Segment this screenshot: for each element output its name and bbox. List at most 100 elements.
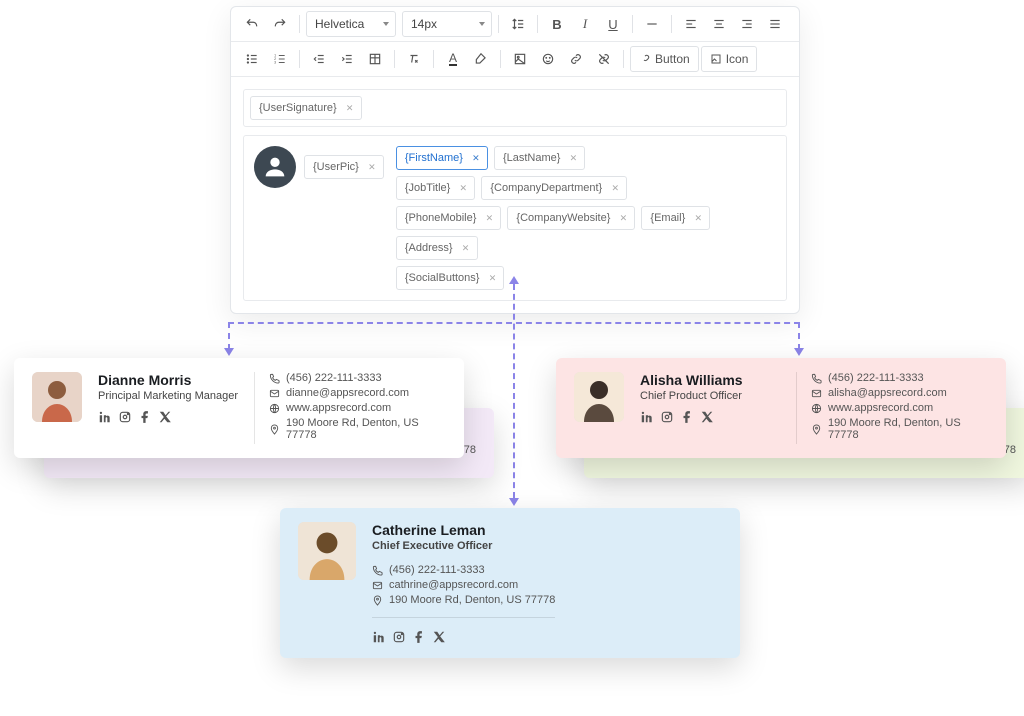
connector-horizontal: [228, 322, 800, 324]
email-icon: [811, 388, 822, 399]
signature-card-catherine: Catherine Leman Chief Executive Officer …: [280, 508, 740, 658]
insert-button-element[interactable]: Button: [630, 46, 699, 72]
remove-tag-icon[interactable]: [691, 211, 705, 225]
align-center-button[interactable]: [706, 11, 732, 37]
connector-left-down: [228, 322, 230, 350]
linkedin-icon: [98, 410, 112, 424]
unordered-list-button[interactable]: [239, 46, 265, 72]
phone-value: (456) 222-111-3333: [828, 372, 924, 384]
remove-tag-icon[interactable]: [616, 211, 630, 225]
italic-button[interactable]: I: [572, 11, 598, 37]
unlink-button[interactable]: [591, 46, 617, 72]
signature-editor: Helvetica 14px B I U 123 A Button: [230, 6, 800, 314]
instagram-icon: [118, 410, 132, 424]
line-height-button[interactable]: [505, 11, 531, 37]
highlight-button[interactable]: [468, 46, 494, 72]
tag-email[interactable]: {Email}: [641, 206, 710, 230]
user-photo: [32, 372, 82, 422]
x-icon: [700, 410, 714, 424]
undo-button[interactable]: [239, 11, 265, 37]
email-icon: [372, 580, 383, 591]
signature-card-alisha: Alisha Williams Chief Product Officer (4…: [556, 358, 1006, 458]
tag-company-website[interactable]: {CompanyWebsite}: [507, 206, 635, 230]
social-icons: [372, 630, 555, 644]
facebook-icon: [680, 410, 694, 424]
location-icon: [811, 424, 822, 435]
social-icons: [98, 410, 238, 424]
align-left-button[interactable]: [678, 11, 704, 37]
instagram-icon: [392, 630, 406, 644]
tag-user-signature[interactable]: {UserSignature}: [250, 96, 362, 120]
font-size-select[interactable]: 14px: [402, 11, 492, 37]
phone-icon: [811, 373, 822, 384]
remove-tag-icon[interactable]: [485, 271, 499, 285]
user-name: Dianne Morris: [98, 372, 238, 388]
bold-button[interactable]: B: [544, 11, 570, 37]
connector-vertical: [513, 284, 515, 498]
remove-tag-icon[interactable]: [566, 151, 580, 165]
signature-card-dianne: Dianne Morris Principal Marketing Manage…: [14, 358, 464, 458]
web-icon: [811, 403, 822, 414]
ordered-list-button[interactable]: 123: [267, 46, 293, 72]
tag-address[interactable]: {Address}: [396, 236, 478, 260]
svg-text:3: 3: [274, 61, 276, 65]
text-color-button[interactable]: A: [440, 46, 466, 72]
address-value: 190 Moore Rd, Denton, US 77778: [389, 594, 555, 606]
phone-icon: [269, 373, 280, 384]
address-value: 190 Moore Rd, Denton, US 77778: [286, 417, 446, 441]
user-name: Catherine Leman: [372, 522, 555, 538]
user-pic-placeholder: [254, 146, 296, 188]
tag-job-title[interactable]: {JobTitle}: [396, 176, 475, 200]
arrow-up-icon: [509, 276, 519, 284]
user-title: Chief Product Officer: [640, 390, 780, 402]
tag-social-buttons[interactable]: {SocialButtons}: [396, 266, 505, 290]
user-name: Alisha Williams: [640, 372, 780, 388]
email-value: dianne@appsrecord.com: [286, 387, 409, 399]
user-title: Chief Executive Officer: [372, 540, 555, 552]
remove-tag-icon[interactable]: [456, 181, 470, 195]
tag-user-pic[interactable]: {UserPic}: [304, 155, 384, 179]
email-value: cathrine@appsrecord.com: [389, 579, 518, 591]
indent-button[interactable]: [334, 46, 360, 72]
tag-phone-mobile[interactable]: {PhoneMobile}: [396, 206, 502, 230]
image-button[interactable]: [507, 46, 533, 72]
x-icon: [158, 410, 172, 424]
address-value: 190 Moore Rd, Denton, US 77778: [828, 417, 988, 441]
phone-value: (456) 222-111-3333: [286, 372, 382, 384]
arrow-left-down-icon: [224, 348, 234, 356]
align-justify-button[interactable]: [762, 11, 788, 37]
remove-tag-icon[interactable]: [608, 181, 622, 195]
arrow-down-icon: [509, 498, 519, 506]
arrow-right-down-icon: [794, 348, 804, 356]
web-value: www.appsrecord.com: [286, 402, 391, 414]
link-button[interactable]: [563, 46, 589, 72]
linkedin-icon: [372, 630, 386, 644]
email-value: alisha@appsrecord.com: [828, 387, 947, 399]
user-photo: [298, 522, 356, 580]
emoji-button[interactable]: [535, 46, 561, 72]
tag-last-name[interactable]: {LastName}: [494, 146, 585, 170]
toolbar-row-1: Helvetica 14px B I U: [231, 7, 799, 42]
insert-icon-element[interactable]: Icon: [701, 46, 758, 72]
remove-tag-icon[interactable]: [469, 151, 483, 165]
email-icon: [269, 388, 280, 399]
hr-button[interactable]: [639, 11, 665, 37]
align-right-button[interactable]: [734, 11, 760, 37]
user-title: Principal Marketing Manager: [98, 390, 238, 402]
redo-button[interactable]: [267, 11, 293, 37]
outdent-button[interactable]: [306, 46, 332, 72]
remove-tag-icon[interactable]: [459, 241, 473, 255]
font-family-select[interactable]: Helvetica: [306, 11, 396, 37]
web-icon: [269, 403, 280, 414]
user-photo: [574, 372, 624, 422]
facebook-icon: [412, 630, 426, 644]
tag-company-department[interactable]: {CompanyDepartment}: [481, 176, 627, 200]
remove-tag-icon[interactable]: [482, 211, 496, 225]
tag-first-name[interactable]: {FirstName}: [396, 146, 488, 170]
clear-format-button[interactable]: [401, 46, 427, 72]
underline-button[interactable]: U: [600, 11, 626, 37]
remove-tag-icon[interactable]: [365, 160, 379, 174]
remove-tag-icon[interactable]: [343, 101, 357, 115]
table-button[interactable]: [362, 46, 388, 72]
phone-icon: [372, 565, 383, 576]
